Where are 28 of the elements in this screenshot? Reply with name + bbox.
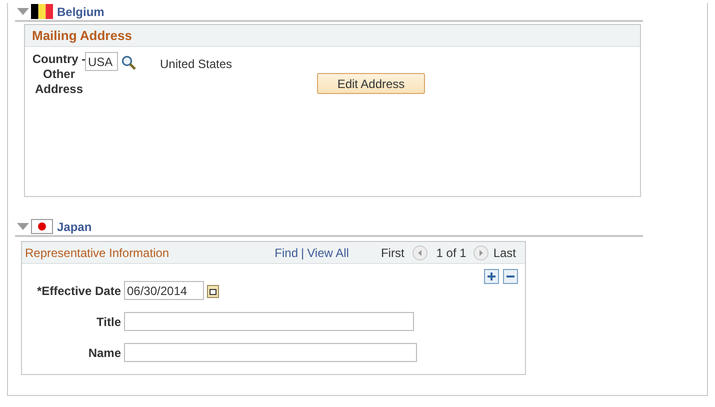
page-count: 1 of 1 [436,244,466,262]
flag-icon [31,4,53,19]
date-field[interactable]: 06/30/2014 [124,281,204,300]
search-icon[interactable] [121,54,137,71]
box-title: Representative Information [25,244,170,262]
text-field[interactable] [124,312,414,331]
find-link[interactable]: Find [274,244,298,262]
field-label: *Effective Date [36,282,121,300]
field-label: Name [87,344,121,362]
calendar-icon[interactable] [207,284,219,298]
flag-icon [31,219,53,234]
first-label: First [380,244,404,262]
last-label: Last [493,244,516,262]
previous-icon[interactable] [412,245,428,262]
box-title: Mailing Address [25,25,640,47]
separator: | [301,244,304,262]
delete-row-icon[interactable] [503,269,518,284]
section-title[interactable]: Japan [57,218,92,236]
section-title[interactable]: Belgium [57,2,104,20]
field-label: Title [96,314,121,330]
country-name: United States [160,56,232,73]
edit-address-button[interactable]: Edit Address [317,73,425,94]
add-row-icon[interactable] [484,269,499,284]
text-field[interactable] [124,343,417,362]
next-icon[interactable] [473,245,490,262]
view-all-link[interactable]: View All [307,244,349,262]
field-label: Country - Other Address [31,52,87,97]
country-field[interactable]: USA [85,52,118,71]
